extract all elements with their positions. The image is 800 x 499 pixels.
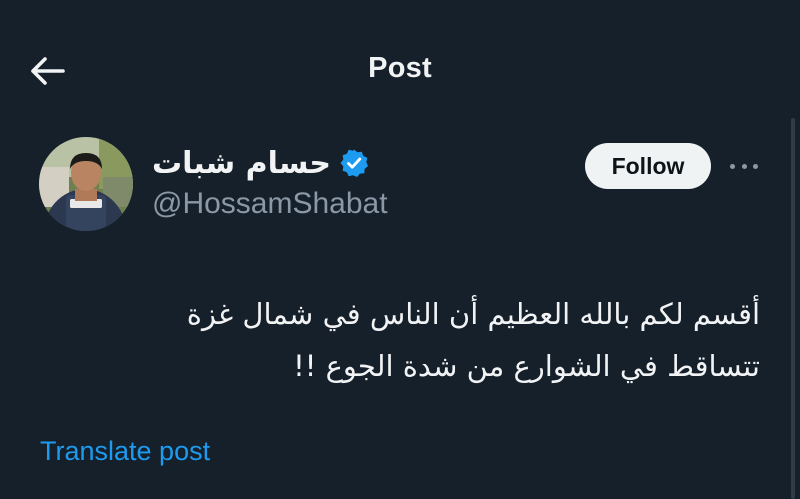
author-display-name[interactable]: حسام شبات [152,146,331,181]
author-handle[interactable]: @HossamShabat [152,187,388,221]
avatar-photo [39,137,133,231]
scrollbar[interactable] [791,118,795,499]
more-horizontal-icon-dot [730,163,735,169]
avatar[interactable] [39,137,133,231]
top-bar: Post [0,0,800,140]
follow-button[interactable]: Follow [585,143,711,189]
more-options-button[interactable] [728,152,760,180]
verified-badge-icon[interactable] [339,148,369,178]
author-name-row: حسام شبات [152,143,369,183]
more-horizontal-icon-dot [753,163,758,169]
page-title: Post [368,52,432,84]
more-horizontal-icon-dot [741,163,747,169]
translate-post-link[interactable]: Translate post [40,436,210,467]
post-text-line: أقسم لكم بالله العظيم أن الناس في شمال غ… [186,297,760,331]
post-text-line: تتساقط في الشوارع من شدة الجوع !! [293,349,760,383]
post-body: أقسم لكم بالله العظيم أن الناس في شمال غ… [40,288,760,392]
